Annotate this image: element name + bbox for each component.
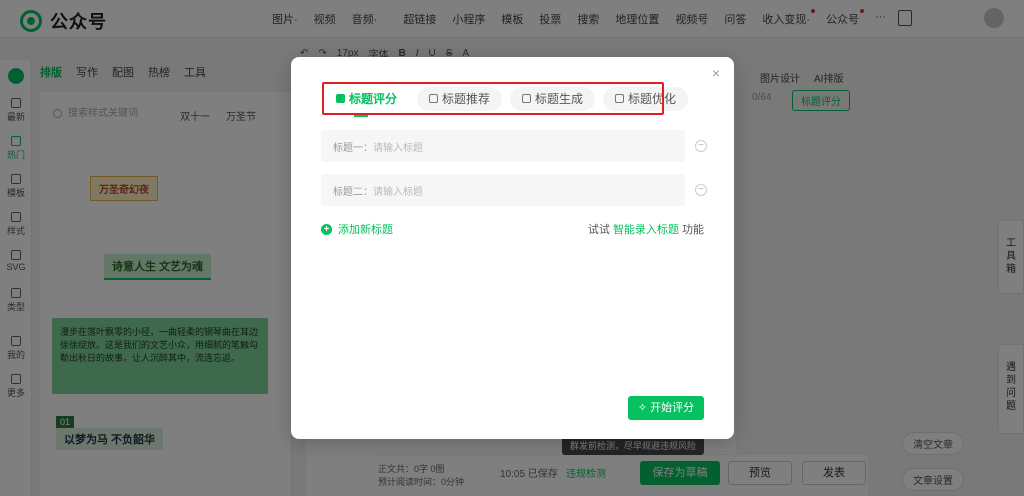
start-scoring-button[interactable]: ✧ 开始评分 bbox=[628, 396, 704, 420]
title-two-label: 标题二： bbox=[333, 186, 373, 198]
remove-title-two-button[interactable]: − bbox=[695, 184, 707, 196]
active-tab-indicator bbox=[354, 115, 368, 117]
plus-icon: + bbox=[321, 223, 332, 235]
title-two-field[interactable]: 标题二： 请输入标题 bbox=[321, 174, 685, 206]
title-one-field[interactable]: 标题一： 请输入标题 bbox=[321, 130, 685, 162]
add-title-button[interactable]: + 添加新标题 bbox=[321, 221, 393, 237]
hint-suffix: 功能 bbox=[682, 224, 704, 236]
title-assistant-dialog: × 标题评分 标题推荐 标题生成 标题优化 标题一： 请输入标题 − 标题二： … bbox=[291, 57, 734, 439]
tabs-highlight-box bbox=[322, 82, 664, 115]
title-two-placeholder: 请输入标题 bbox=[373, 186, 423, 198]
title-one-label: 标题一： bbox=[333, 142, 373, 154]
smart-entry-link[interactable]: 智能录入标题 bbox=[613, 224, 679, 236]
add-title-label: 添加新标题 bbox=[338, 224, 393, 236]
remove-title-one-button[interactable]: − bbox=[695, 140, 707, 152]
close-icon[interactable]: × bbox=[710, 66, 722, 80]
start-scoring-label: 开始评分 bbox=[650, 402, 695, 414]
smart-entry-hint: 试试 智能录入标题 功能 bbox=[588, 221, 704, 237]
title-one-placeholder: 请输入标题 bbox=[373, 142, 423, 154]
wand-icon: ✧ bbox=[637, 402, 648, 414]
hint-prefix: 试试 bbox=[587, 224, 610, 236]
